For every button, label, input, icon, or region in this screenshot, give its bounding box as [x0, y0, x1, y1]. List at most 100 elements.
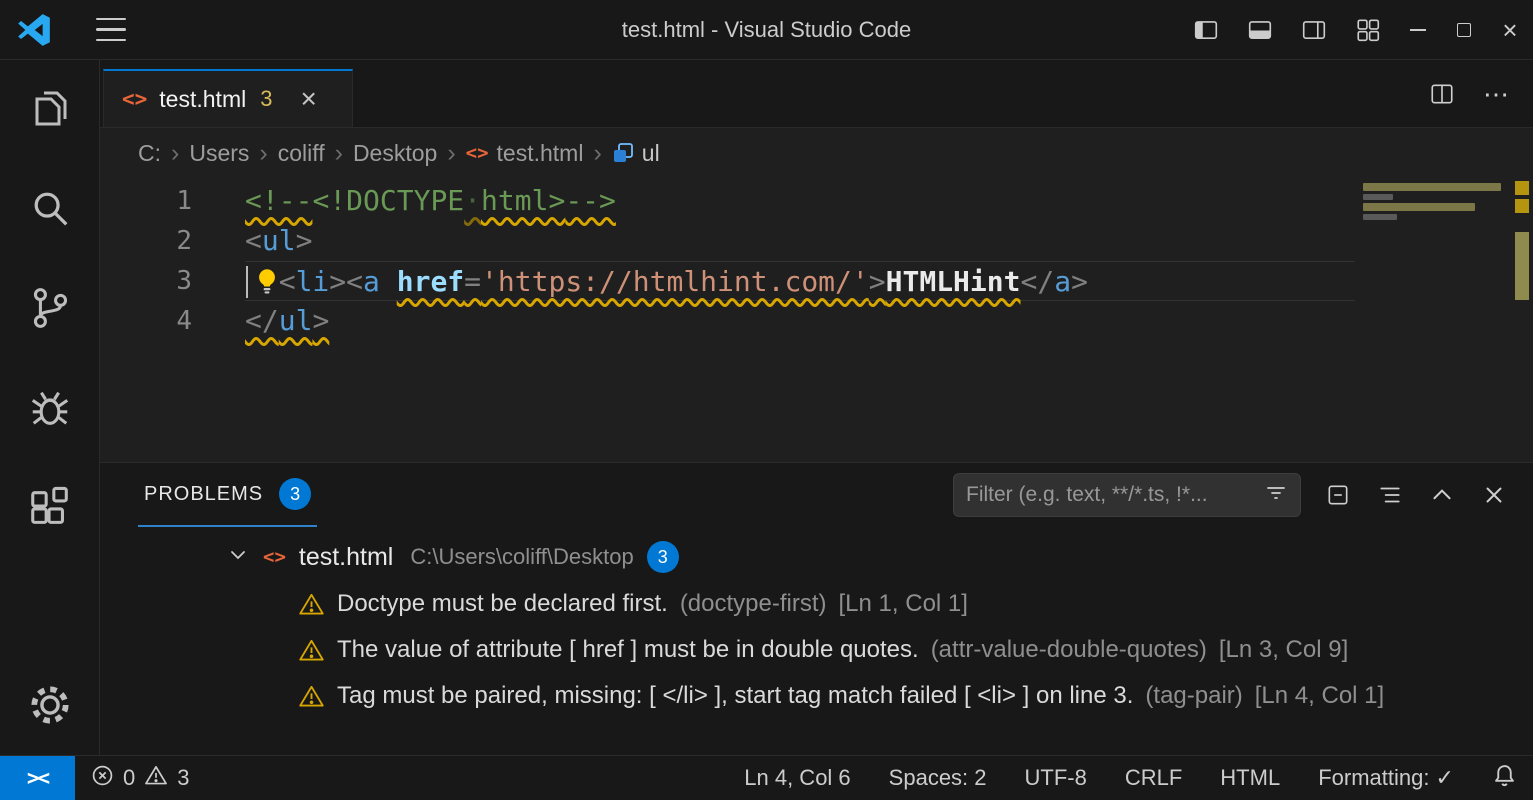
minimap-line-3 [1363, 203, 1475, 211]
code-line-1[interactable]: 1 <!--<!DOCTYPE·html>--> [100, 181, 1533, 221]
breadcrumb-item-desktop[interactable]: Desktop [353, 140, 437, 167]
warning-icon [298, 592, 325, 617]
activity-settings[interactable] [0, 659, 100, 755]
encoding[interactable]: UTF-8 [1025, 765, 1087, 791]
code-token: html> [481, 184, 565, 217]
editor[interactable]: 1<!--<!DOCTYPE·html>-->2<ul>3 <li><a hre… [100, 178, 1533, 462]
code-token: < [346, 265, 363, 298]
customize-layout-icon[interactable] [1341, 0, 1395, 59]
file-problems-badge: 3 [647, 541, 679, 573]
search-icon [27, 185, 73, 236]
source-control-branch-icon [27, 285, 73, 336]
breadcrumb-label: test.html [497, 140, 584, 167]
filter-icon[interactable] [1264, 481, 1288, 510]
code-token: > [869, 265, 886, 298]
editor-actions: ⋯ [1419, 71, 1519, 117]
line-number[interactable]: 2 [100, 221, 192, 261]
warning-count: 3 [177, 765, 189, 791]
activity-run-debug[interactable] [0, 360, 100, 460]
warning-mark [1515, 232, 1529, 300]
minimize-button[interactable] [1395, 0, 1441, 59]
minimap-line-4 [1363, 214, 1397, 220]
breadcrumb-label: Desktop [353, 140, 437, 167]
minimap-line-2 [1363, 194, 1393, 200]
minimap-line-1 [1363, 183, 1501, 191]
collapse-all-icon[interactable] [1315, 472, 1361, 518]
code-line-3[interactable]: 3 <li><a href='https://htmlhint.com/'>HT… [100, 261, 1533, 301]
remote-indicator-button[interactable]: >< [0, 756, 75, 800]
formatting-status[interactable]: Formatting: ✓ [1318, 765, 1454, 791]
line-content[interactable]: <ul> [245, 221, 1355, 261]
code-token: · [464, 184, 481, 217]
problems-list: <> test.html C:\Users\coliff\Desktop 3 D… [100, 527, 1533, 755]
close-panel-icon[interactable] [1471, 472, 1517, 518]
tab-test-html[interactable]: <> test.html 3 × [103, 69, 353, 127]
line-content[interactable]: </ul> [245, 301, 1355, 341]
code-token: > [329, 265, 346, 298]
warning-mark [1515, 181, 1529, 195]
line-content[interactable]: <li><a href='https://htmlhint.com/'>HTML… [245, 261, 1355, 301]
breadcrumb-item-users[interactable]: Users [189, 140, 249, 167]
overview-ruler-scrollbar[interactable] [1509, 178, 1533, 462]
breadcrumb-item-testhtml[interactable]: <>test.html [466, 140, 584, 167]
toggle-secondary-sidebar-icon[interactable] [1287, 0, 1341, 59]
close-window-button[interactable]: × [1487, 0, 1533, 59]
code-line-4[interactable]: 4 </ul> [100, 301, 1533, 341]
code-line-2[interactable]: 2 <ul> [100, 221, 1533, 261]
breadcrumb-item-coliff[interactable]: coliff [278, 140, 325, 167]
notifications-bell-icon[interactable] [1492, 763, 1517, 794]
code-token: --> [565, 184, 616, 217]
maximize-button[interactable] [1441, 0, 1487, 59]
eol-sequence[interactable]: CRLF [1125, 765, 1182, 791]
warning-icon [144, 764, 168, 793]
files-icon [26, 84, 74, 137]
activity-source-control[interactable] [0, 260, 100, 360]
problems-file-group[interactable]: <> test.html C:\Users\coliff\Desktop 3 [100, 533, 1533, 581]
cursor-position[interactable]: Ln 4, Col 6 [744, 765, 850, 791]
vscode-window: test.html - Visual Studio Code [0, 0, 1533, 800]
line-number[interactable]: 3 [100, 261, 192, 301]
breadcrumb-item-ul[interactable]: ul [612, 140, 660, 167]
maximize-panel-icon[interactable] [1419, 472, 1465, 518]
problem-row-3[interactable]: Tag must be paired, missing: [ </li> ], … [100, 673, 1533, 719]
toggle-panel-icon[interactable] [1233, 0, 1287, 59]
code-token: 'https://htmlhint.com/' [481, 265, 869, 298]
problem-rule: (doctype-first) [680, 590, 827, 618]
view-as-tree-icon[interactable] [1367, 472, 1413, 518]
status-right: Ln 4, Col 6 Spaces: 2 UTF-8 CRLF HTML Fo… [744, 763, 1517, 794]
problem-row-1[interactable]: Doctype must be declared first. (doctype-… [100, 581, 1533, 627]
indentation[interactable]: Spaces: 2 [889, 765, 987, 791]
line-number[interactable]: 1 [100, 181, 192, 221]
menu-icon[interactable] [96, 18, 126, 42]
code-token: href [397, 265, 464, 298]
chevron-down-icon[interactable] [226, 543, 250, 572]
code-token: </ [1020, 265, 1054, 298]
tab-problems[interactable]: PROBLEMS 3 [138, 463, 317, 527]
title-bar: test.html - Visual Studio Code [0, 0, 1533, 60]
breadcrumb-item-c[interactable]: C: [138, 140, 161, 167]
activity-explorer[interactable] [0, 60, 100, 160]
line-number[interactable]: 4 [100, 301, 192, 341]
tab-problem-count: 3 [260, 86, 272, 112]
more-actions-icon[interactable]: ⋯ [1473, 71, 1519, 117]
split-editor-icon[interactable] [1419, 71, 1465, 117]
status-problems-button[interactable]: 0 3 [91, 764, 190, 793]
toggle-primary-sidebar-icon[interactable] [1179, 0, 1233, 59]
code-token: <!-- [245, 184, 312, 217]
minimap[interactable] [1359, 178, 1509, 462]
problem-message: Doctype must be declared first. [337, 590, 668, 618]
problem-rows: Doctype must be declared first. (doctype-… [100, 581, 1533, 719]
line-content[interactable]: <!--<!DOCTYPE·html>--> [245, 181, 1355, 221]
problems-filter [953, 473, 1301, 517]
activity-extensions[interactable] [0, 460, 100, 560]
html-file-icon: <> [263, 546, 286, 568]
code-token: a [1054, 265, 1071, 298]
problem-row-2[interactable]: The value of attribute [ href ] must be … [100, 627, 1533, 673]
activity-search[interactable] [0, 160, 100, 260]
close-tab-icon[interactable]: × [300, 85, 316, 113]
problems-file-name: test.html [299, 543, 393, 572]
warning-icon [298, 638, 325, 663]
tab-label: test.html [159, 86, 246, 113]
filter-input[interactable] [966, 483, 1254, 507]
language-mode[interactable]: HTML [1220, 765, 1280, 791]
